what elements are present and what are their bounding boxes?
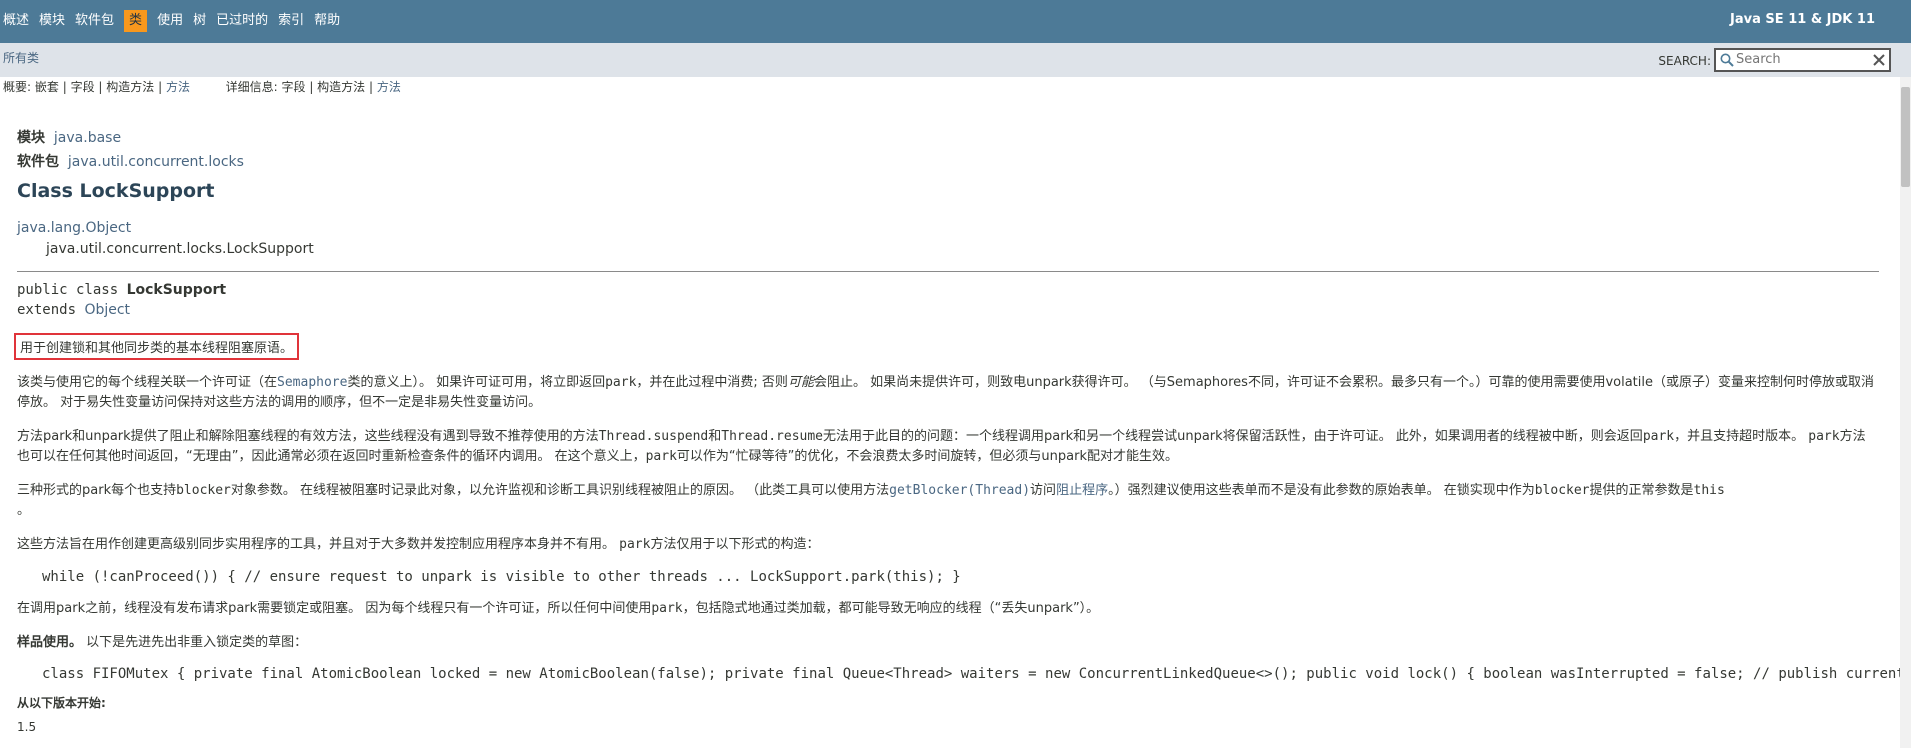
code-example-2: class FIFOMutex { private final AtomicBo… xyxy=(42,666,1905,682)
sample-usage: 样品使用。 以下是先进先出非重入锁定类的草图： xyxy=(17,635,308,650)
summary-label: 概要: xyxy=(3,80,32,94)
since-label: 从以下版本开始: xyxy=(17,696,106,710)
decl-class-name: LockSupport xyxy=(126,282,227,298)
nav-index[interactable]: 索引 xyxy=(278,10,310,32)
description-paragraph-2: 方法park和unpark提供了阻止和解除阻塞线程的有效方法，这些线程没有遇到导… xyxy=(17,429,1866,464)
description-paragraph-3: 三种形式的park每个也支持blocker对象参数。 在线程被阻塞时记录此对象，… xyxy=(17,483,1725,518)
blocker-link[interactable]: 阻止程序 xyxy=(1056,483,1108,498)
code-example-1: while (!canProceed()) { // ensure reques… xyxy=(42,569,961,585)
nav-package[interactable]: 软件包 xyxy=(75,10,120,32)
about-language: Java SE 11 & JDK 11 xyxy=(1730,12,1875,27)
page-title: Class LockSupport xyxy=(17,180,215,202)
package-row: 软件包 java.util.concurrent.locks xyxy=(17,150,1877,174)
main-content: 模块 java.base 软件包 java.util.concurrent.lo… xyxy=(14,126,1905,734)
reset-icon[interactable] xyxy=(1871,52,1887,68)
summary-constructor: 构造方法 xyxy=(106,80,155,94)
nav-class-active: 类 xyxy=(124,10,148,32)
description-paragraph-1: 该类与使用它的每个线程关联一个许可证（在Semaphore类的意义上）。 如果许… xyxy=(17,375,1874,410)
top-nav-bar: 概述 模块 软件包 类 使用 树 已过时的 索引 帮助 Java SE 11 &… xyxy=(0,0,1911,43)
get-blocker-link[interactable]: getBlocker(Thread) xyxy=(889,483,1030,498)
nav-module[interactable]: 模块 xyxy=(39,10,71,32)
search-label: SEARCH: xyxy=(1658,54,1711,68)
nav-use[interactable]: 使用 xyxy=(157,10,189,32)
all-classes-link[interactable]: 所有类 xyxy=(3,49,39,66)
detail-field: 字段 xyxy=(281,80,306,94)
search-input[interactable] xyxy=(1736,51,1864,67)
module-link[interactable]: java.base xyxy=(54,130,121,146)
summary-field: 字段 xyxy=(70,80,95,94)
class-declaration: public class LockSupport extends Object xyxy=(17,280,1877,320)
nav-help[interactable]: 帮助 xyxy=(314,10,346,32)
detail-method-link[interactable]: 方法 xyxy=(377,80,401,94)
module-label: 模块 xyxy=(17,130,45,146)
description-paragraph-5: 在调用park之前，线程没有发布请求park需要锁定或阻塞。 因为每个线程只有一… xyxy=(17,601,1100,616)
detail-constructor: 构造方法 xyxy=(317,80,366,94)
package-label: 软件包 xyxy=(17,154,59,170)
nav-overview[interactable]: 概述 xyxy=(3,10,35,32)
sub-nav-bar: 所有类 SEARCH: xyxy=(0,43,1911,77)
class-summary-highlight: 用于创建锁和其他同步类的基本线程阻塞原语。 xyxy=(14,333,300,360)
divider xyxy=(17,271,1879,272)
current-class: java.util.concurrent.locks.LockSupport xyxy=(46,241,314,257)
decl-extends: extends xyxy=(17,302,85,318)
package-link[interactable]: java.util.concurrent.locks xyxy=(68,154,244,170)
search-icon xyxy=(1720,53,1734,67)
extends-object-link[interactable]: Object xyxy=(84,302,130,318)
parent-class-link[interactable]: java.lang.Object xyxy=(17,220,131,236)
description-paragraph-4: 这些方法旨在用作创建更高级别同步实用程序的工具，并且对于大多数并发控制应用程序本… xyxy=(17,537,820,552)
scrollbar-thumb[interactable] xyxy=(1901,87,1910,187)
semaphore-link[interactable]: Semaphore xyxy=(277,375,347,390)
summary-method-link[interactable]: 方法 xyxy=(166,80,190,94)
module-row: 模块 java.base xyxy=(17,126,1877,150)
search-box xyxy=(1714,48,1891,72)
summary-nested: 嵌套 xyxy=(34,80,59,94)
decl-prefix: public class xyxy=(17,282,127,298)
summary-detail-nav: 概要: 嵌套 | 字段 | 构造方法 | 方法 详细信息: 字段 | 构造方法 … xyxy=(3,80,401,94)
top-nav-list: 概述 模块 软件包 类 使用 树 已过时的 索引 帮助 xyxy=(3,10,350,32)
since-value: 1.5 xyxy=(17,720,37,734)
nav-tree[interactable]: 树 xyxy=(193,10,212,32)
detail-label: 详细信息: xyxy=(225,80,278,94)
inheritance-tree: java.lang.Object java.util.concurrent.lo… xyxy=(17,218,1877,260)
nav-deprecated[interactable]: 已过时的 xyxy=(216,10,274,32)
